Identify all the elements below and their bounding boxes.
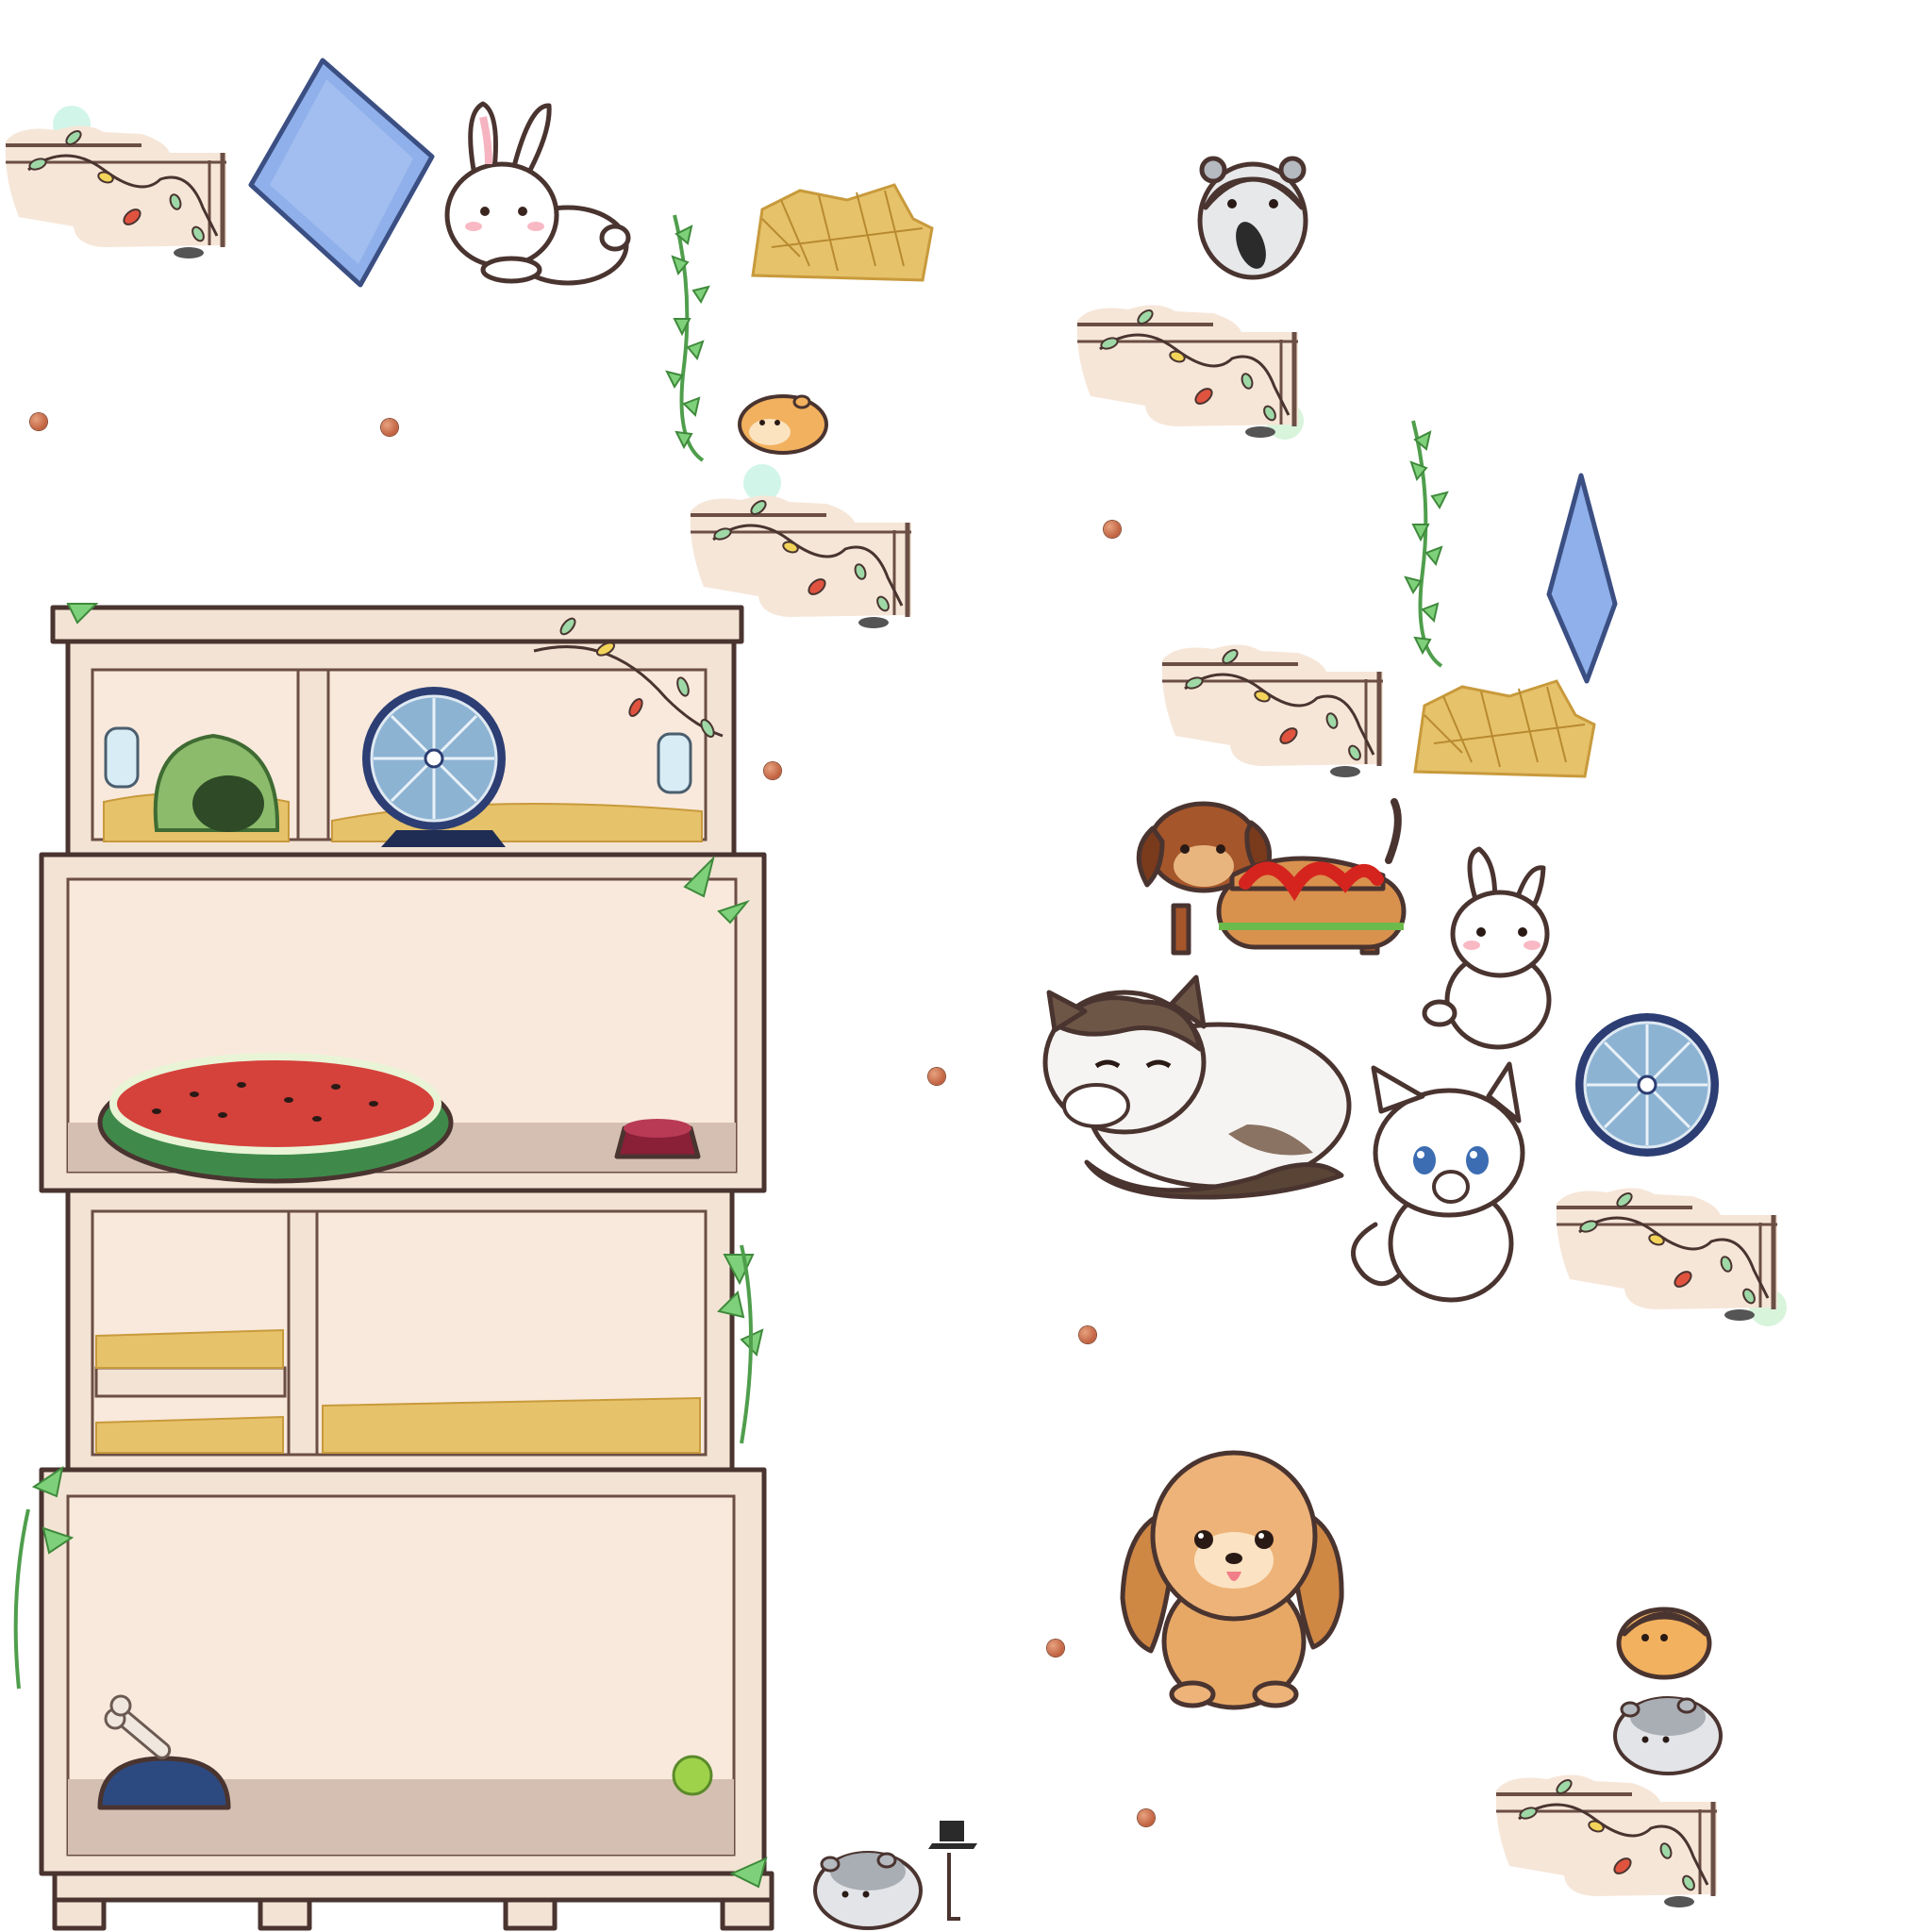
string-lights-shelf — [1072, 283, 1317, 472]
hay-pile — [1406, 668, 1604, 786]
orange-hamster — [1611, 1596, 1715, 1681]
hanging-vine — [1394, 419, 1479, 668]
white-kitten — [1347, 1058, 1536, 1304]
pellet — [1047, 1640, 1064, 1657]
pellet — [1079, 1326, 1096, 1343]
pellet — [30, 413, 47, 430]
white-bunny — [436, 94, 634, 292]
string-lights-shelf — [1157, 623, 1402, 811]
hotdog-dachshund — [1128, 785, 1411, 974]
orange-hamster — [736, 389, 840, 464]
hanging-vine — [656, 213, 741, 462]
pellet — [1138, 1809, 1155, 1826]
pellet — [381, 419, 398, 436]
string-lights-shelf — [1551, 1166, 1796, 1355]
pellet — [1104, 521, 1121, 538]
pellet — [928, 1068, 945, 1085]
blue-cushion — [1543, 472, 1628, 689]
blue-cushion — [247, 53, 436, 289]
string-lights-shelf — [1491, 1753, 1736, 1932]
pellet — [764, 762, 781, 779]
hay-pile — [743, 172, 941, 290]
grey-hamster-with-laptop — [808, 1815, 996, 1932]
white-bunny — [1422, 845, 1574, 1053]
exercise-wheel — [1572, 1009, 1723, 1160]
hamster-cabinet — [6, 594, 789, 1932]
grey-hamster — [1191, 142, 1323, 283]
string-lights-shelf — [0, 104, 245, 292]
golden-puppy — [1117, 1438, 1344, 1711]
fluffy-calico-cat — [1030, 964, 1352, 1209]
